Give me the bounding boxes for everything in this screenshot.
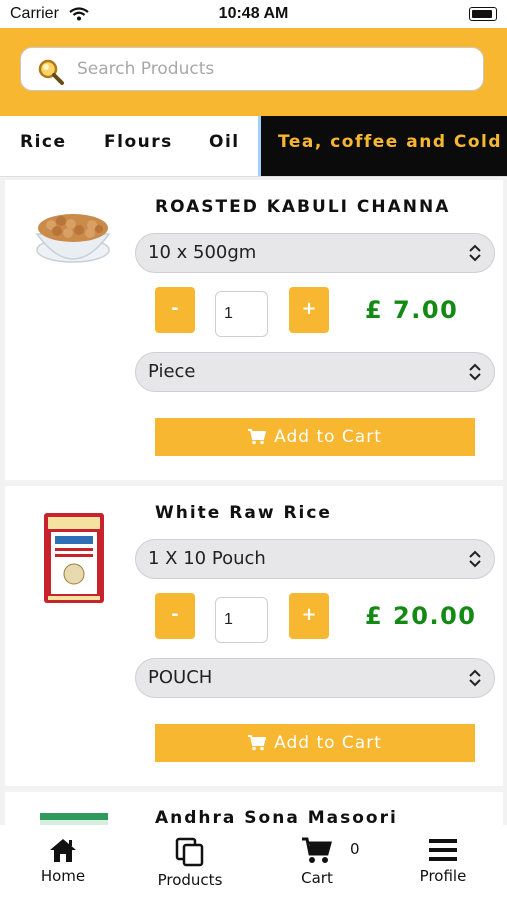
- bottom-nav: Home Products Cart 0 Profile: [0, 825, 507, 900]
- product-name[interactable]: White Raw Rice: [155, 503, 332, 523]
- pack-size-select[interactable]: 1 X 10 Pouch: [135, 539, 495, 579]
- search-bar[interactable]: [20, 47, 484, 91]
- cart-icon: [302, 837, 332, 863]
- cart-icon: [248, 427, 274, 447]
- product-name[interactable]: Andhra Sona Masoori: [155, 808, 398, 825]
- quantity-field[interactable]: 1: [215, 291, 268, 337]
- add-to-cart-label: Add to Cart: [274, 427, 382, 447]
- add-to-cart-button[interactable]: Add to Cart: [155, 418, 475, 456]
- cart-count-badge: 0: [350, 840, 360, 858]
- product-image-rice-bag: [39, 812, 109, 825]
- add-to-cart-label: Add to Cart: [274, 733, 382, 753]
- unit-select[interactable]: POUCH: [135, 658, 495, 698]
- add-to-cart-button[interactable]: Add to Cart: [155, 724, 475, 762]
- nav-products[interactable]: Products: [140, 837, 240, 889]
- battery-icon: [469, 7, 497, 21]
- tab-oil[interactable]: Oil: [209, 116, 240, 176]
- home-icon: [50, 839, 76, 862]
- menu-icon: [429, 839, 457, 861]
- unit-value: POUCH: [148, 667, 213, 688]
- clock: 10:48 AM: [218, 5, 289, 22]
- chevron-updown-icon: [468, 244, 482, 266]
- product-card: ROASTED KABULI CHANNA 10 x 500gm - 1 + £…: [5, 180, 503, 480]
- header: [0, 28, 507, 116]
- search-icon: [37, 58, 65, 90]
- product-card: Andhra Sona Masoori: [5, 792, 503, 825]
- unit-select[interactable]: Piece: [135, 352, 495, 392]
- product-price: £ 20.00: [365, 602, 477, 630]
- pack-size-value: 1 X 10 Pouch: [148, 548, 266, 569]
- product-list[interactable]: ROASTED KABULI CHANNA 10 x 500gm - 1 + £…: [0, 177, 507, 825]
- tab-rice[interactable]: Rice: [20, 116, 67, 176]
- quantity-field[interactable]: 1: [215, 597, 268, 643]
- cart-icon: [248, 733, 274, 753]
- copy-icon: [175, 837, 204, 867]
- tab-tea-coffee-cold[interactable]: Tea, coffee and Cold: [258, 116, 507, 176]
- increase-quantity-button[interactable]: +: [289, 287, 329, 333]
- nav-home[interactable]: Home: [13, 837, 113, 885]
- pack-size-value: 10 x 500gm: [148, 242, 257, 263]
- product-name[interactable]: ROASTED KABULI CHANNA: [155, 197, 450, 217]
- product-price: £ 7.00: [365, 296, 459, 324]
- category-tabs: Rice Flours Oil Tea, coffee and Cold: [0, 116, 507, 177]
- product-image-chickpeas: [33, 198, 113, 270]
- product-image-rice-bag: [43, 512, 105, 608]
- search-input[interactable]: [75, 58, 469, 80]
- status-bar: Carrier 10:48 AM: [0, 0, 507, 28]
- nav-profile-label: Profile: [419, 867, 467, 885]
- decrease-quantity-button[interactable]: -: [155, 593, 195, 639]
- tab-flours[interactable]: Flours: [104, 116, 173, 176]
- product-card: White Raw Rice 1 X 10 Pouch - 1 + £ 20.0…: [5, 486, 503, 786]
- nav-products-label: Products: [157, 871, 223, 889]
- unit-value: Piece: [148, 361, 196, 382]
- decrease-quantity-button[interactable]: -: [155, 287, 195, 333]
- nav-cart-label: Cart: [301, 869, 333, 887]
- chevron-updown-icon: [468, 363, 482, 385]
- pack-size-select[interactable]: 10 x 500gm: [135, 233, 495, 273]
- nav-home-label: Home: [40, 867, 86, 885]
- nav-profile[interactable]: Profile: [393, 837, 493, 885]
- increase-quantity-button[interactable]: +: [289, 593, 329, 639]
- chevron-updown-icon: [468, 669, 482, 691]
- chevron-updown-icon: [468, 550, 482, 572]
